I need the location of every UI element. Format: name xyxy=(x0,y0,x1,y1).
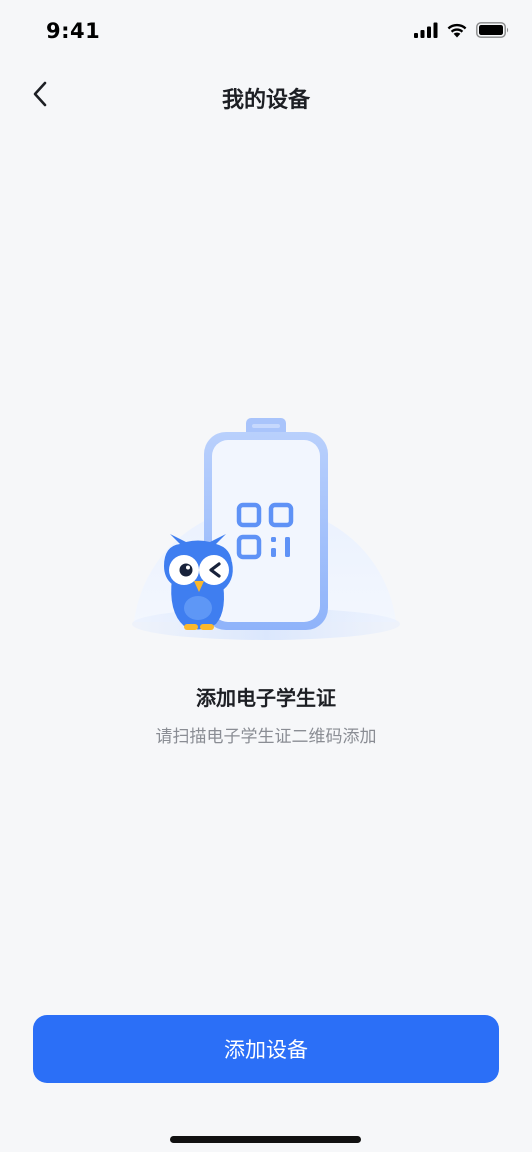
page-title: 我的设备 xyxy=(221,88,310,113)
empty-state-title: 添加电子学生证 xyxy=(196,686,336,710)
nav-bar: 我的设备 xyxy=(0,64,532,128)
status-icons xyxy=(414,22,510,42)
signal-icon xyxy=(414,22,438,42)
battery-icon xyxy=(476,22,510,42)
wifi-icon xyxy=(446,22,468,42)
status-time: 9:41 xyxy=(46,19,101,43)
add-device-button[interactable]: 添加设备 xyxy=(33,1015,499,1083)
status-bar: 9:41 xyxy=(0,0,532,64)
device-illustration xyxy=(128,412,404,648)
empty-state-subtitle: 请扫描电子学生证二维码添加 xyxy=(155,727,377,747)
home-indicator xyxy=(170,1136,361,1143)
